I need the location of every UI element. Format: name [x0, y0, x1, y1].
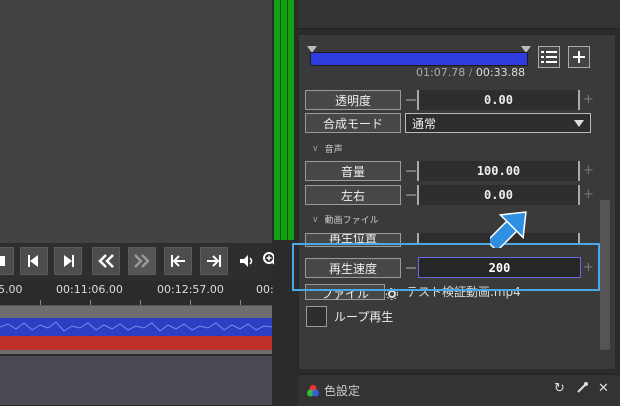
volume-value[interactable]: 100.00: [417, 161, 580, 181]
pan-decrement[interactable]: [406, 194, 416, 196]
opacity-label-button[interactable]: 透明度: [305, 90, 401, 110]
double-chevron-left-icon: [98, 254, 114, 268]
go-to-end-button[interactable]: [200, 247, 228, 275]
fast-forward-button[interactable]: [128, 247, 156, 275]
timecode-display: 01:07.78 / 00:33.88: [416, 66, 525, 79]
time-separator: /: [468, 66, 473, 79]
pan-label-button[interactable]: 左右: [305, 185, 401, 205]
color-wheel-icon: [307, 385, 319, 397]
color-settings-bar: 色設定 ↻ ✕: [298, 374, 620, 406]
blend-mode-label-button[interactable]: 合成モード: [305, 113, 401, 133]
loop-label: ループ再生: [334, 310, 394, 324]
blend-mode-value: 通常: [412, 116, 437, 131]
current-time: 01:07.78: [416, 66, 466, 79]
step-forward-icon: [64, 255, 74, 267]
chevron-down-icon: ∨: [312, 214, 319, 225]
refresh-icon[interactable]: ↻: [554, 381, 565, 396]
pan-increment[interactable]: +: [583, 188, 594, 201]
pointer-arrow-icon: [485, 200, 536, 253]
eyedropper-icon[interactable]: [576, 381, 589, 398]
audio-level-meter: [274, 0, 294, 240]
ruler-tick-label: 00:: [256, 283, 274, 296]
ruler-tick-label: 00:12:57.00: [157, 283, 224, 296]
seek-bar[interactable]: [310, 52, 528, 66]
add-button[interactable]: [568, 46, 590, 68]
volume-decrement[interactable]: [406, 170, 416, 172]
ruler-tickmark: [240, 300, 241, 305]
highlight-annotation: [292, 243, 600, 291]
audio-section-title: 音声: [324, 145, 343, 155]
prev-frame-button[interactable]: [20, 247, 48, 275]
rewind-button[interactable]: [92, 247, 120, 275]
ruler-tick-label: 00:11:06.00: [56, 283, 123, 296]
panel-scrollbar[interactable]: [600, 200, 610, 350]
ruler-tickmark: [40, 300, 41, 305]
color-settings-title: 色設定: [324, 384, 361, 398]
loop-checkbox[interactable]: [306, 306, 327, 327]
ruler-tickmark: [190, 300, 191, 305]
dropdown-arrow-icon: [574, 120, 584, 127]
chevron-down-icon: ∨: [312, 143, 319, 154]
stop-button[interactable]: [0, 247, 14, 275]
go-to-start-button[interactable]: [164, 247, 192, 275]
close-icon[interactable]: ✕: [598, 381, 609, 396]
next-frame-button[interactable]: [54, 247, 82, 275]
volume-icon[interactable]: [238, 253, 256, 273]
meter-base: [274, 240, 294, 405]
ruler-tick-label: 5.00: [0, 283, 23, 296]
opacity-increment[interactable]: +: [583, 93, 594, 106]
blend-mode-select[interactable]: 通常: [405, 113, 591, 133]
skip-start-icon: [171, 255, 185, 267]
double-chevron-right-icon: [134, 254, 150, 268]
video-preview: [0, 0, 272, 243]
ruler-tickmark: [90, 300, 91, 305]
volume-label-button[interactable]: 音量: [305, 161, 401, 181]
timeline-track-empty[interactable]: [0, 356, 272, 405]
step-back-icon: [28, 255, 38, 267]
audio-waveform-red: [0, 336, 272, 350]
list-button[interactable]: [538, 46, 560, 68]
opacity-decrement[interactable]: [406, 99, 416, 101]
audio-section-header[interactable]: ∨ 音声: [312, 142, 343, 156]
opacity-value[interactable]: 0.00: [417, 90, 580, 110]
list-icon: [541, 51, 557, 63]
video-file-section-title: 動画ファイル: [324, 216, 379, 226]
audio-waveform: [0, 318, 272, 336]
stop-icon: [0, 256, 5, 266]
ruler-tickmark: [140, 300, 141, 305]
volume-increment[interactable]: +: [583, 164, 594, 177]
video-file-section-header[interactable]: ∨ 動画ファイル: [312, 213, 379, 227]
total-time: 00:33.88: [475, 66, 526, 79]
top-panel: [298, 0, 620, 29]
timeline-ruler[interactable]: 5.00 00:11:06.00 00:12:57.00 00:: [0, 281, 274, 306]
transport-bar: [0, 243, 279, 281]
skip-end-icon: [207, 255, 221, 267]
plus-icon: [573, 51, 585, 63]
